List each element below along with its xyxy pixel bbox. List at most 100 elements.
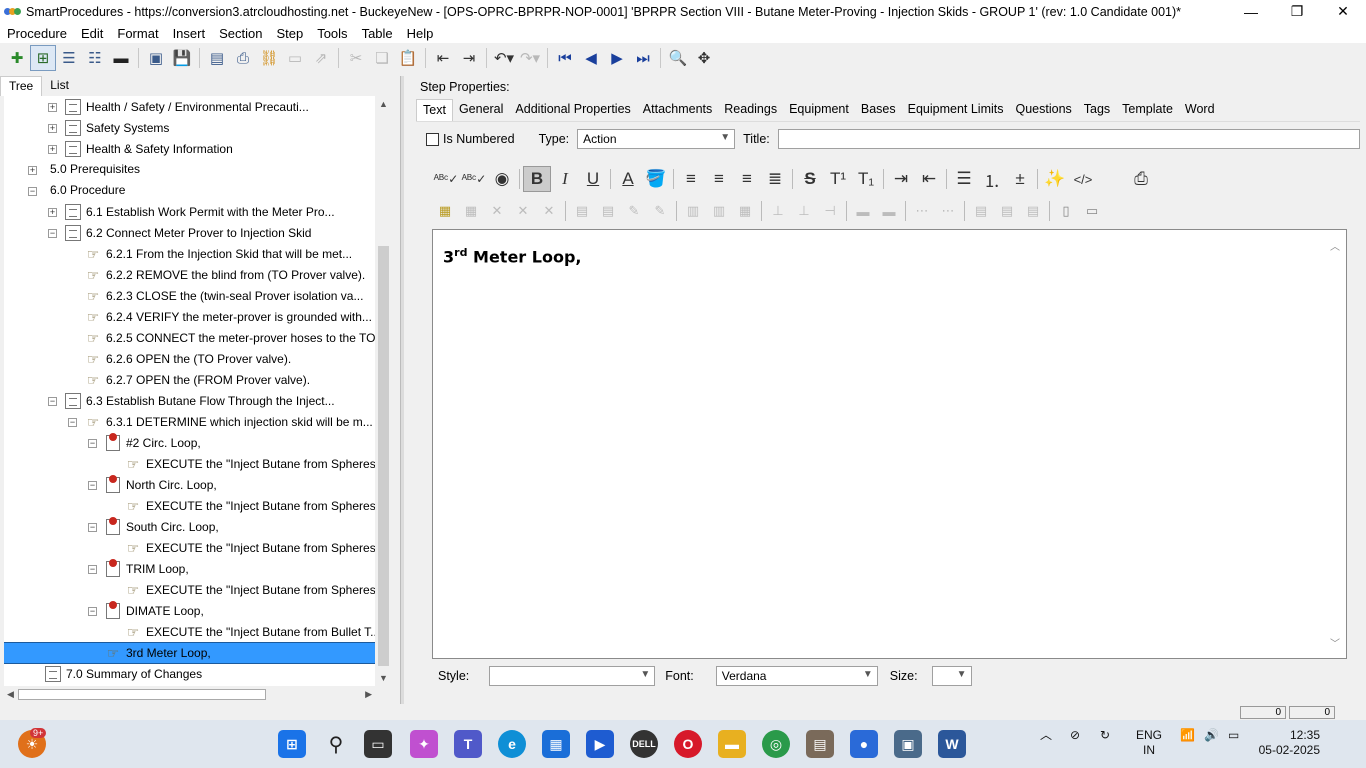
collapse-icon[interactable]: − xyxy=(48,229,57,238)
font-color-icon[interactable]: A xyxy=(614,166,642,192)
row-height-icon[interactable]: ▭ xyxy=(1079,199,1105,223)
scroll-right-icon[interactable]: ▶ xyxy=(365,689,372,700)
tree-add-icon[interactable]: ⊞ xyxy=(30,45,56,71)
highlight-icon[interactable]: 🪣 xyxy=(642,166,670,192)
collapse-icon[interactable]: − xyxy=(48,397,57,406)
link-icon[interactable]: ⛓ xyxy=(256,45,282,71)
collapse-icon[interactable]: − xyxy=(68,418,77,427)
scroll-down-icon[interactable]: ▼ xyxy=(379,673,388,683)
clock[interactable]: 12:35 05-02-2025 xyxy=(1256,728,1320,758)
insert-col-right-icon[interactable]: ▥ xyxy=(706,199,732,223)
copy-icon[interactable]: ❏ xyxy=(369,45,395,71)
split-col-icon[interactable]: ⊣ xyxy=(817,199,843,223)
indent-text-icon[interactable]: ⇥ xyxy=(887,166,915,192)
power-automate-icon[interactable]: ▶ xyxy=(586,730,614,758)
collapse-icon[interactable]: − xyxy=(28,187,37,196)
tab-template[interactable]: Template xyxy=(1116,99,1179,121)
print-icon[interactable]: ⎙ xyxy=(230,45,256,71)
tab-additional-properties[interactable]: Additional Properties xyxy=(509,99,636,121)
chrome-icon[interactable]: ◎ xyxy=(762,730,790,758)
cut-icon[interactable]: ✂ xyxy=(343,45,369,71)
tab-list[interactable]: List xyxy=(42,76,77,96)
type-select[interactable]: Action ▼ xyxy=(577,129,736,149)
bold-icon[interactable]: B xyxy=(523,166,551,192)
app-icon-2[interactable]: ▣ xyxy=(894,730,922,758)
opera-icon[interactable]: O xyxy=(674,730,702,758)
collapse-icon[interactable]: − xyxy=(88,439,97,448)
expand-icon[interactable]: + xyxy=(48,103,57,112)
move-icon[interactable]: ✥ xyxy=(691,45,717,71)
strikethrough-icon[interactable]: S xyxy=(796,166,824,192)
menu-format[interactable]: Format xyxy=(110,26,165,41)
redo-disabled-icon[interactable]: ⇗ xyxy=(308,45,334,71)
add-icon[interactable]: ✚ xyxy=(4,45,30,71)
undo-icon[interactable]: ↶▾ xyxy=(491,45,517,71)
tab-tags[interactable]: Tags xyxy=(1078,99,1116,121)
close-button[interactable]: ✕ xyxy=(1320,0,1366,23)
outdent-text-icon[interactable]: ⇤ xyxy=(915,166,943,192)
align-center-icon[interactable]: ≡ xyxy=(705,166,733,192)
table-prop-icon[interactable]: ▦ xyxy=(458,199,484,223)
volume-icon[interactable]: 🔊 xyxy=(1204,728,1219,743)
justify-icon[interactable]: ≣ xyxy=(761,166,789,192)
superscript-icon[interactable]: T¹ xyxy=(824,166,852,192)
remove-icon[interactable]: ▬ xyxy=(108,45,134,71)
network-off-icon[interactable]: ⊘ xyxy=(1070,728,1080,743)
next-icon[interactable]: ▶ xyxy=(604,45,630,71)
expand-icon[interactable]: + xyxy=(28,166,37,175)
tab-word[interactable]: Word xyxy=(1179,99,1221,121)
expand-icon[interactable]: + xyxy=(48,208,57,217)
cell-align-top-icon[interactable]: ▤ xyxy=(968,199,994,223)
table-row-delete-icon[interactable]: ✕ xyxy=(510,199,536,223)
tree-horizontal-scrollbar[interactable]: ◀ ▶ xyxy=(4,686,375,703)
image-icon[interactable]: ◉ xyxy=(488,166,516,192)
edge-icon[interactable]: e xyxy=(498,730,526,758)
previous-icon[interactable]: ◀ xyxy=(578,45,604,71)
tree-vertical-scroll-thumb[interactable] xyxy=(378,246,389,666)
table-col-delete-icon[interactable]: ✕ xyxy=(536,199,562,223)
horizontal-rule-icon[interactable]: ± xyxy=(1006,166,1034,192)
style-select[interactable]: ▼ xyxy=(489,666,656,686)
cell-border-2-icon[interactable]: ⋯ xyxy=(935,199,961,223)
list-edit-icon[interactable]: ☷ xyxy=(82,45,108,71)
restore-button[interactable]: ❐ xyxy=(1274,0,1320,23)
cell-border-icon[interactable]: ⋯ xyxy=(909,199,935,223)
edit-cell-2-icon[interactable]: ✎ xyxy=(647,199,673,223)
editor-scroll-down-icon[interactable]: ﹀ xyxy=(1330,635,1340,650)
tree-node-selected[interactable]: ☞ 3rd Meter Loop, xyxy=(4,642,375,664)
menu-insert[interactable]: Insert xyxy=(166,26,213,41)
expand-icon[interactable]: + xyxy=(48,145,57,154)
pane-splitter[interactable] xyxy=(400,76,404,706)
indent-icon[interactable]: ⇥ xyxy=(456,45,482,71)
title-input[interactable] xyxy=(777,129,1360,149)
paste-icon[interactable]: 📋 xyxy=(395,45,421,71)
magic-wand-icon[interactable]: ✨ xyxy=(1041,166,1069,192)
print-preview-icon[interactable]: ⎙ xyxy=(1127,166,1155,192)
menu-help[interactable]: Help xyxy=(400,26,441,41)
insert-row-above-icon[interactable]: ▤ xyxy=(569,199,595,223)
tab-general[interactable]: General xyxy=(453,99,509,121)
sync-icon[interactable]: ↻ xyxy=(1100,728,1110,743)
list-icon[interactable]: ☰ xyxy=(56,45,82,71)
spellcheck-all-icon[interactable]: ᴬᴮᶜ✓ xyxy=(460,166,488,192)
is-numbered-checkbox[interactable] xyxy=(426,132,439,146)
menu-step[interactable]: Step xyxy=(269,26,310,41)
table-delete-icon[interactable]: ✕ xyxy=(484,199,510,223)
tab-readings[interactable]: Readings xyxy=(718,99,783,121)
minimize-button[interactable]: — xyxy=(1228,0,1274,23)
collapse-icon[interactable]: − xyxy=(88,607,97,616)
cell-align-middle-icon[interactable]: ▤ xyxy=(994,199,1020,223)
column-width-icon[interactable]: ▯ xyxy=(1053,199,1079,223)
collapse-icon[interactable]: − xyxy=(88,565,97,574)
size-select[interactable]: ▼ xyxy=(931,666,972,686)
menu-tools[interactable]: Tools xyxy=(310,26,354,41)
last-icon[interactable]: ⏭ xyxy=(630,45,656,71)
menu-section[interactable]: Section xyxy=(212,26,269,41)
bullet-list-icon[interactable]: ☰ xyxy=(950,166,978,192)
store-icon[interactable]: ▦ xyxy=(542,730,570,758)
windows-start-icon[interactable]: ⊞ xyxy=(278,730,306,758)
save-all-icon[interactable]: ▣ xyxy=(143,45,169,71)
copilot-icon[interactable]: ✦ xyxy=(410,730,438,758)
source-code-icon[interactable]: </> xyxy=(1069,166,1097,192)
tab-equipment[interactable]: Equipment xyxy=(783,99,855,121)
